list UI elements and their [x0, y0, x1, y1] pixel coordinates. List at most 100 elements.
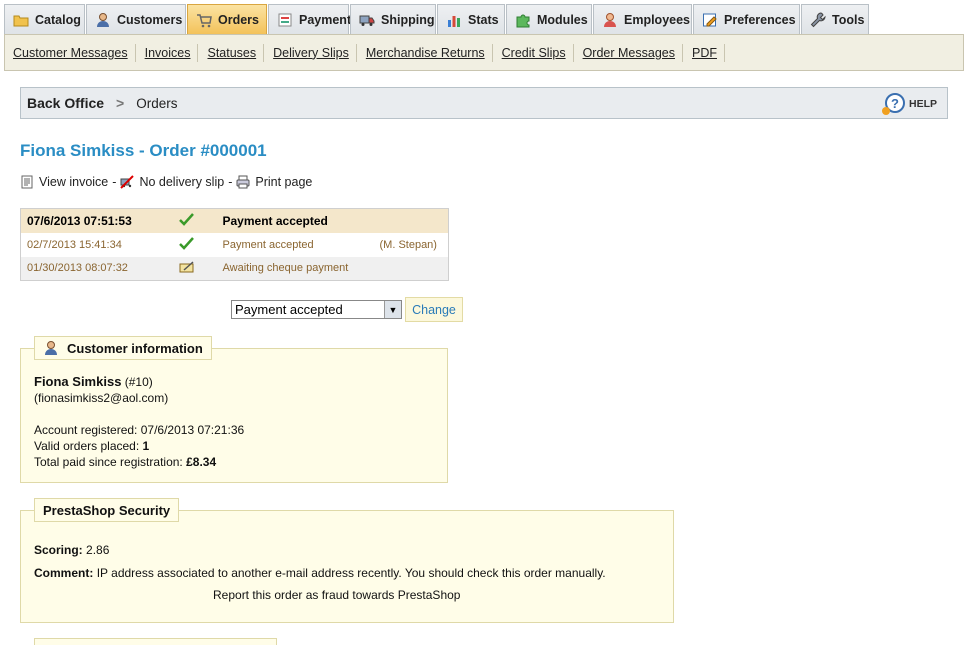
- submenu-delivery-slips[interactable]: Delivery Slips: [271, 46, 356, 60]
- no-delivery-slip-label: No delivery slip: [139, 175, 225, 189]
- tab-label: Stats: [468, 12, 499, 27]
- history-date: 02/7/2013 15:41:34: [20, 232, 161, 257]
- printer-icon: [236, 175, 250, 189]
- submenu-divider: [263, 43, 265, 62]
- truck-icon: [359, 15, 375, 26]
- paid-label: Total paid since registration:: [34, 455, 183, 469]
- history-employee: (M. Stepan): [373, 232, 449, 257]
- history-date: 07/6/2013 07:51:53: [20, 208, 161, 233]
- tab-shipping[interactable]: Shipping: [350, 4, 436, 34]
- customer-email: (fionasimkiss2@aol.com): [34, 391, 169, 405]
- tab-preferences[interactable]: Preferences: [693, 4, 800, 34]
- submenu-merchandise-returns[interactable]: Merchandise Returns: [364, 46, 492, 60]
- history-status: Payment accepted: [216, 232, 374, 257]
- puzzle-icon: [516, 14, 530, 27]
- scoring-value: 2.86: [86, 543, 110, 557]
- tab-catalog[interactable]: Catalog: [4, 4, 85, 34]
- tab-label: Payment: [299, 12, 352, 27]
- chevron-down-icon[interactable]: ▼: [384, 301, 401, 318]
- tab-label: Tools: [832, 12, 865, 27]
- tab-modules[interactable]: Modules: [506, 4, 592, 34]
- cart-icon: [197, 13, 212, 27]
- scoring-line: Scoring: 2.86: [34, 543, 109, 557]
- history-row: 01/30/2013 08:07:32 Awaiting cheque paym…: [20, 256, 449, 281]
- order-status-select[interactable]: Payment accepted ▼: [231, 300, 402, 319]
- help-button[interactable]: ? HELP: [881, 92, 937, 116]
- status-change-form: Payment accepted ▼ Change: [231, 297, 463, 322]
- tab-tools[interactable]: Tools: [801, 4, 869, 34]
- payment-icon: [278, 13, 292, 26]
- submenu-divider: [723, 43, 725, 62]
- submenu-credit-slips[interactable]: Credit Slips: [500, 46, 573, 60]
- user-icon: [45, 341, 57, 355]
- customer-id: (#10): [124, 375, 153, 389]
- submenu-statuses[interactable]: Statuses: [205, 46, 263, 60]
- view-invoice-link[interactable]: View invoice: [39, 175, 108, 189]
- tab-label: Orders: [218, 12, 259, 27]
- submenu-invoices[interactable]: Invoices: [143, 46, 198, 60]
- breadcrumb-separator: >: [116, 95, 125, 111]
- breadcrumb-root[interactable]: Back Office: [27, 95, 104, 111]
- history-row: 02/7/2013 15:41:34 Payment accepted (M. …: [20, 232, 449, 257]
- comment-line: Comment: IP address associated to anothe…: [34, 566, 606, 580]
- comment-value: IP address associated to another e-mail …: [96, 566, 606, 580]
- report-fraud-link[interactable]: Report this order as fraud towards Prest…: [213, 588, 460, 602]
- tab-label: Preferences: [724, 12, 796, 27]
- history-icon-cell: [160, 256, 217, 281]
- submenu-divider: [134, 43, 136, 62]
- tab-customers[interactable]: Customers: [86, 4, 186, 34]
- orders-value: 1: [142, 439, 150, 453]
- tab-label: Shipping: [381, 12, 435, 27]
- folder-icon: [13, 15, 29, 26]
- order-history-table: 07/6/2013 07:51:53 Payment accepted 02/7…: [20, 208, 449, 281]
- history-employee: [373, 208, 449, 233]
- checkmark-icon: [178, 212, 194, 226]
- tab-payment[interactable]: Payment: [268, 4, 352, 34]
- orders-submenu: Customer Messages Invoices Statuses Deli…: [4, 34, 964, 71]
- submenu-divider: [572, 43, 574, 62]
- breadcrumb: Back Office > Orders ? HELP: [20, 87, 948, 119]
- user-icon: [97, 12, 109, 27]
- print-page-link[interactable]: Print page: [255, 175, 312, 189]
- submenu-customer-messages[interactable]: Customer Messages: [11, 46, 135, 60]
- submenu-divider: [197, 43, 199, 62]
- preferences-icon: [703, 13, 717, 26]
- total-paid-line: Total paid since registration: £8.34: [34, 455, 216, 469]
- submenu-pdf[interactable]: PDF: [690, 46, 724, 60]
- history-date: 01/30/2013 08:07:32: [20, 256, 161, 281]
- tab-employees[interactable]: Employees: [593, 4, 692, 34]
- security-panel: PrestaShop Security Scoring: 2.86 Commen…: [20, 498, 674, 623]
- scoring-label: Scoring:: [34, 543, 83, 557]
- svg-text:?: ?: [891, 96, 899, 111]
- valid-orders-line: Valid orders placed: 1: [34, 439, 149, 453]
- submenu-divider: [491, 43, 493, 62]
- customer-info-title: Customer information: [67, 340, 203, 356]
- history-icon-cell: [160, 232, 217, 257]
- change-status-button[interactable]: Change: [405, 297, 463, 322]
- customer-name[interactable]: Fiona Simkiss: [34, 374, 121, 389]
- order-actions: View invoice - No delivery slip - Print …: [20, 175, 312, 189]
- submenu-divider: [681, 43, 683, 62]
- tab-label: Employees: [624, 12, 691, 27]
- tab-stats[interactable]: Stats: [437, 4, 505, 34]
- invoice-icon: [21, 175, 33, 189]
- history-employee: [373, 256, 449, 281]
- comment-label: Comment:: [34, 566, 94, 580]
- help-icon: ?: [881, 93, 905, 115]
- cheque-icon: [179, 261, 193, 273]
- tab-label: Modules: [537, 12, 588, 27]
- history-icon-cell: [160, 208, 217, 233]
- bar-chart-icon: [448, 15, 460, 27]
- registered-value: 07/6/2013 07:21:36: [140, 423, 245, 437]
- submenu-order-messages[interactable]: Order Messages: [581, 46, 682, 60]
- wrench-icon: [810, 11, 826, 27]
- no-delivery-icon: [120, 175, 135, 189]
- employee-icon: [604, 12, 616, 27]
- history-status: Payment accepted: [216, 208, 374, 233]
- customer-name-line: Fiona Simkiss (#10): [34, 374, 153, 389]
- tab-label: Customers: [117, 12, 183, 27]
- tab-orders[interactable]: Orders: [187, 4, 267, 34]
- separator-dash: -: [112, 175, 117, 189]
- breadcrumb-current: Orders: [136, 95, 178, 111]
- account-registered-line: Account registered: 07/6/2013 07:21:36: [34, 423, 244, 437]
